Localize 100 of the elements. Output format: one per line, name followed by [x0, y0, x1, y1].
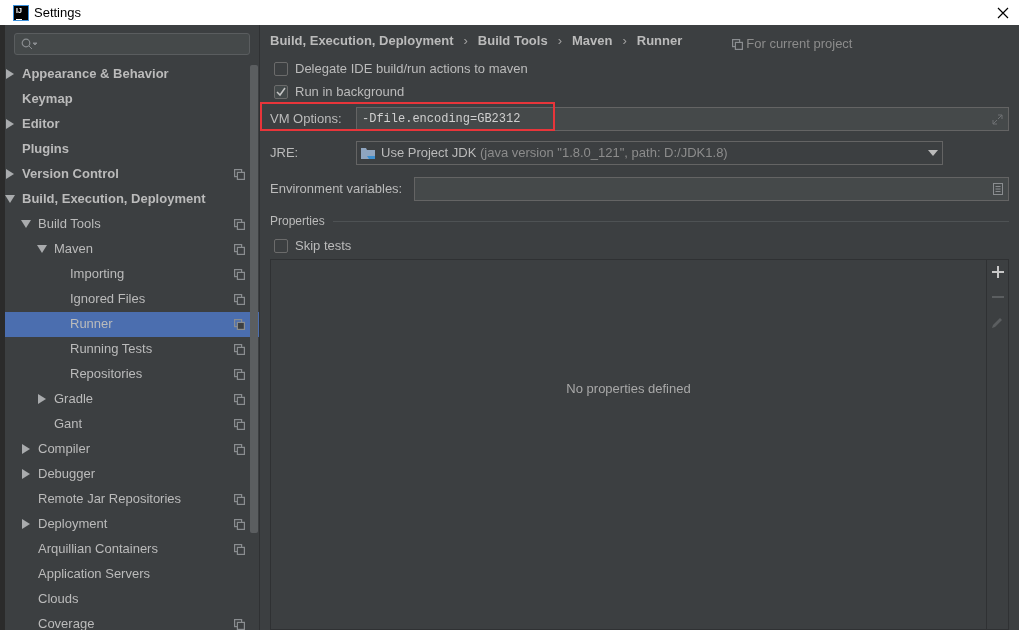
field-label: JRE:	[270, 144, 300, 163]
tree-item[interactable]: Remote Jar Repositories	[5, 486, 259, 512]
tree-item[interactable]: Gradle	[5, 386, 259, 412]
tree-item-label: Debugger	[38, 465, 97, 484]
tree-item[interactable]: Clouds	[5, 586, 259, 612]
close-icon[interactable]	[997, 6, 1009, 19]
vm-options-field[interactable]: -Dfile.encoding=GB2312	[356, 107, 1009, 131]
tree-item[interactable]: Editor	[5, 111, 259, 137]
expanded-arrow-icon[interactable]	[21, 219, 31, 229]
checkbox[interactable]	[274, 61, 288, 76]
collapsed-arrow-icon[interactable]	[21, 469, 31, 479]
collapsed-arrow-icon[interactable]	[5, 69, 15, 79]
tree-item[interactable]: Plugins	[5, 136, 259, 162]
document-icon[interactable]	[993, 183, 1003, 195]
dropdown-caret-icon	[928, 150, 938, 156]
window-title: Settings	[34, 3, 81, 22]
checkbox[interactable]	[274, 84, 288, 99]
expanded-arrow-icon[interactable]	[37, 244, 47, 254]
tree-item-label: Running Tests	[70, 340, 154, 359]
tree-item-label: Clouds	[38, 590, 80, 609]
search-icon	[21, 37, 37, 50]
breadcrumb-separator: ›	[622, 32, 627, 51]
tree-item-label: Editor	[22, 115, 61, 134]
copy-icon	[234, 493, 245, 505]
tree-item[interactable]: Appearance & Behavior	[5, 61, 259, 87]
tree-item[interactable]: Arquillian Containers	[5, 536, 259, 562]
breadcrumb-separator: ›	[557, 32, 562, 51]
tree-item-label: Deployment	[38, 515, 109, 534]
copy-icon	[234, 443, 245, 455]
jre-detail: (java version "1.8.0_121", path: D:/JDK1.8)	[480, 145, 728, 161]
copy-icon	[234, 218, 245, 230]
collapsed-arrow-icon[interactable]	[5, 119, 15, 129]
scrollbar[interactable]	[250, 65, 258, 533]
tree-item-label: Version Control	[22, 165, 120, 184]
copy-icon	[234, 243, 245, 255]
tree-item[interactable]: Maven	[5, 236, 259, 262]
field-label: VM Options:	[270, 110, 343, 129]
tree-item-label: Compiler	[38, 440, 91, 459]
copy-icon	[234, 318, 245, 330]
tree-item[interactable]: Compiler	[5, 436, 259, 462]
field-label: Environment variables:	[270, 180, 404, 199]
tree-item-label: Keymap	[22, 90, 74, 109]
add-icon[interactable]	[991, 266, 1004, 278]
checkbox-label[interactable]: Delegate IDE build/run actions to maven	[295, 58, 528, 79]
tree-item-label: Gant	[54, 415, 84, 434]
breadcrumb-separator: ›	[463, 32, 468, 51]
tree-item[interactable]: Importing	[5, 261, 259, 287]
breadcrumb[interactable]: Build, Execution, Deployment	[270, 31, 454, 51]
tree-item-label: Plugins	[22, 140, 70, 159]
checkbox[interactable]	[274, 239, 288, 253]
tree-item[interactable]: Keymap	[5, 86, 259, 112]
expanded-arrow-icon[interactable]	[5, 194, 15, 204]
collapsed-arrow-icon[interactable]	[21, 519, 31, 529]
tree-item-label: Repositories	[70, 365, 144, 384]
collapsed-arrow-icon[interactable]	[21, 444, 31, 454]
tree-item-label: Build, Execution, Deployment	[22, 190, 207, 209]
tree-item[interactable]: Build, Execution, Deployment	[5, 186, 259, 212]
collapsed-arrow-icon[interactable]	[37, 394, 47, 404]
search-field[interactable]	[14, 33, 250, 55]
copy-icon	[234, 368, 245, 380]
copy-icon	[234, 418, 245, 430]
copy-icon	[234, 343, 245, 355]
tree-item[interactable]: Running Tests	[5, 336, 259, 362]
tree-item[interactable]: Deployment	[5, 511, 259, 537]
scope-label: For current project	[746, 35, 853, 54]
tree-item[interactable]: Application Servers	[5, 561, 259, 587]
checkbox-label[interactable]: Skip tests	[295, 236, 352, 256]
tree-item-label: Ignored Files	[70, 290, 147, 309]
copy-icon	[234, 543, 245, 555]
tree-item-label: Runner	[70, 315, 114, 334]
copy-icon	[234, 268, 245, 280]
tree-item-label: Arquillian Containers	[38, 540, 159, 559]
copy-icon	[234, 518, 245, 530]
environment-variables-field[interactable]	[414, 177, 1009, 201]
jre-dropdown[interactable]: Use Project JDK (java version "1.8.0_121", path: D:/JDK1.8)	[356, 141, 943, 165]
tree-item[interactable]: Repositories	[5, 361, 259, 387]
checkbox-label[interactable]: Run in background	[295, 81, 405, 102]
empty-message: No properties defined	[566, 379, 691, 398]
tree-item-label: Appearance & Behavior	[22, 65, 170, 84]
tree-item[interactable]: Build Tools	[5, 211, 259, 237]
folder-icon	[361, 146, 376, 160]
jre-value: Use Project JDK	[381, 145, 477, 161]
copy-icon	[234, 293, 245, 305]
tree-item-label: Importing	[70, 265, 126, 284]
tree-item-label: Remote Jar Repositories	[38, 490, 183, 509]
section-title: Properties	[270, 213, 325, 230]
tree-item-label: Maven	[54, 240, 95, 259]
tree-item-label: Application Servers	[38, 565, 151, 584]
copy-icon	[732, 38, 744, 50]
tree-item[interactable]: Debugger	[5, 461, 259, 487]
tree-item[interactable]: Gant	[5, 411, 259, 437]
copy-icon	[234, 168, 245, 180]
tree-item-label: Build Tools	[38, 215, 102, 234]
breadcrumb[interactable]: Runner	[636, 31, 683, 51]
collapsed-arrow-icon[interactable]	[5, 169, 15, 179]
tree-item[interactable]: Ignored Files	[5, 286, 259, 312]
copy-icon	[234, 393, 245, 405]
tree-item[interactable]: Version Control	[5, 161, 259, 187]
breadcrumb[interactable]: Maven	[571, 31, 613, 51]
breadcrumb[interactable]: Build Tools	[477, 31, 548, 51]
